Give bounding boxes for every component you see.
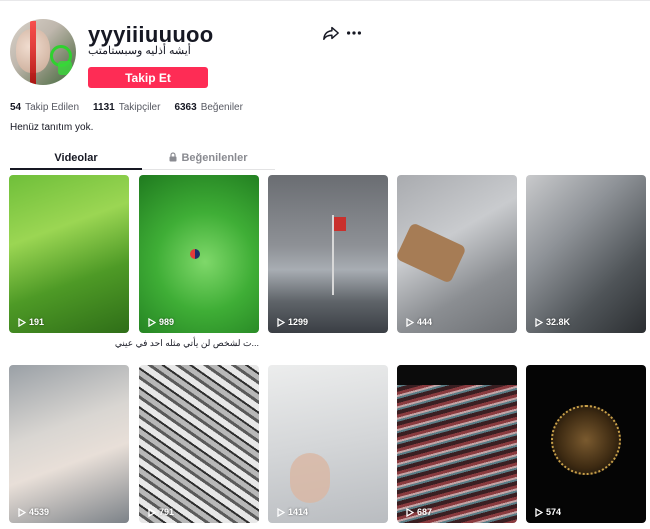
play-icon [18, 507, 26, 517]
video-card[interactable]: 4539 [9, 365, 129, 523]
view-count: 444 [417, 317, 433, 327]
play-icon [535, 317, 543, 327]
follow-button[interactable]: Takip Et [88, 67, 208, 88]
view-count: 574 [546, 507, 562, 517]
tab-liked[interactable]: Beğenilenler [142, 148, 274, 170]
view-count: 4539 [29, 507, 50, 517]
play-icon [148, 507, 156, 517]
view-count: 1299 [288, 317, 309, 327]
play-icon [406, 317, 414, 327]
view-count: 32.8K [546, 317, 571, 327]
play-icon [535, 507, 543, 517]
followers-count[interactable]: 1131 Takipçiler [93, 102, 160, 113]
video-card[interactable]: 574 [526, 365, 646, 523]
likes-count: 6363 Beğeniler [174, 102, 243, 113]
video-caption: ...ت لشخص لن يأتي مثله احد في عيني [114, 338, 259, 348]
play-icon [277, 507, 285, 517]
share-icon[interactable] [322, 24, 340, 42]
nickname: أيشه أذليه وسبستامتب [88, 45, 191, 57]
view-count: 191 [29, 317, 45, 327]
profile-stats: 54 Takip Edilen 1131 Takipçiler 6363 Beğeni… [10, 102, 243, 113]
video-card[interactable]: 791 [139, 365, 259, 523]
play-icon [406, 507, 414, 517]
more-options-icon[interactable] [345, 24, 363, 42]
view-count: 1414 [288, 507, 309, 517]
tab-active-indicator [10, 168, 142, 170]
following-count[interactable]: 54 Takip Edilen [10, 102, 79, 113]
video-card[interactable]: 191 [9, 175, 129, 333]
video-card[interactable]: 444 [397, 175, 517, 333]
play-icon [148, 317, 156, 327]
tab-videos[interactable]: Videolar [10, 148, 142, 170]
top-divider [0, 0, 650, 1]
profile-tabs: Videolar Beğenilenler [10, 148, 275, 170]
view-count: 989 [159, 317, 175, 327]
view-count: 687 [417, 507, 433, 517]
video-card[interactable]: 32.8K [526, 175, 646, 333]
video-card[interactable]: 1414 [268, 365, 388, 523]
video-card[interactable]: 1299 [268, 175, 388, 333]
video-card[interactable]: 687 [397, 365, 517, 523]
play-icon [18, 317, 26, 327]
lock-icon [169, 152, 177, 162]
bio: Henüz tanıtım yok. [10, 122, 94, 133]
view-count: 791 [159, 507, 175, 517]
play-icon [277, 317, 285, 327]
video-card[interactable]: 989 [139, 175, 259, 333]
avatar[interactable] [10, 19, 76, 85]
